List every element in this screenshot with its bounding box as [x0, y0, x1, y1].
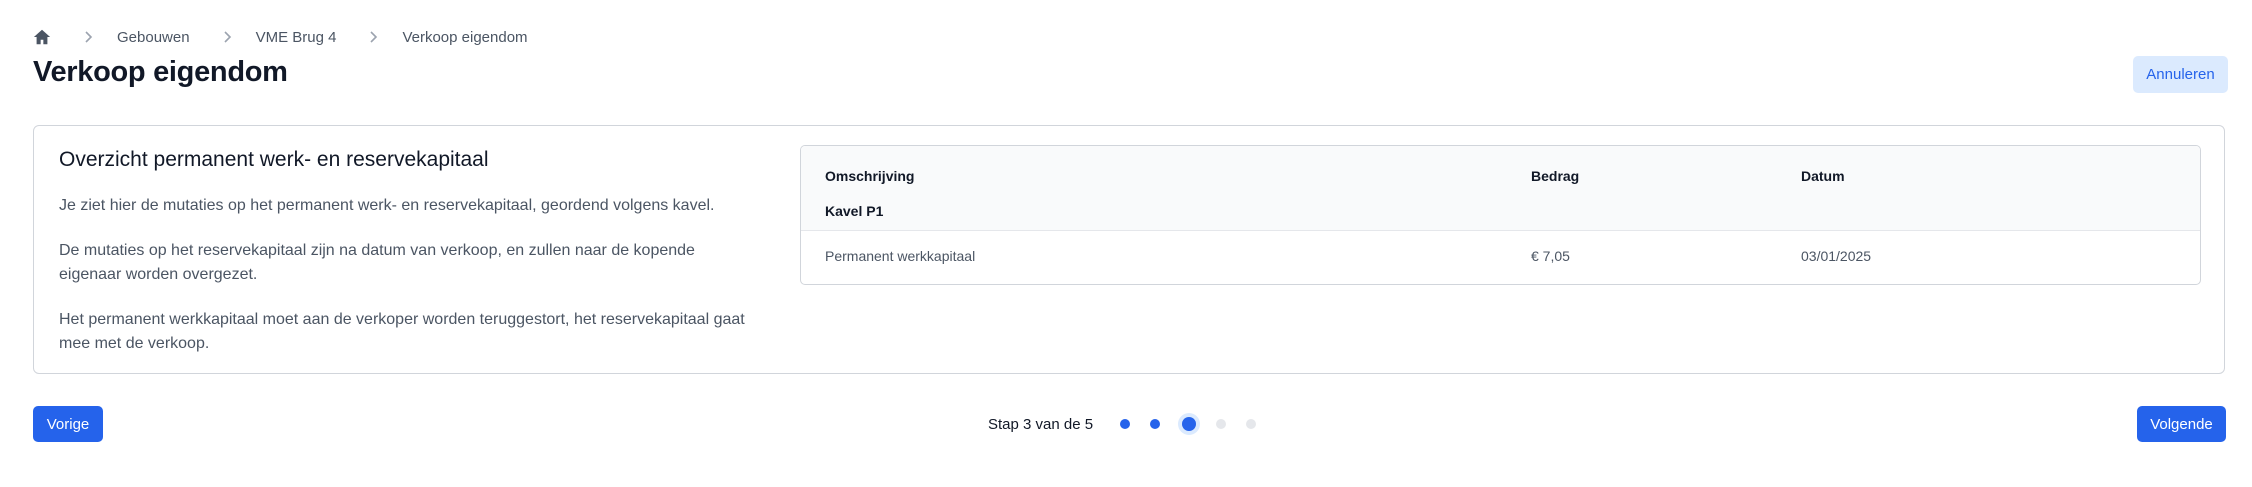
breadcrumb-item-buildings[interactable]: Gebouwen — [117, 29, 190, 46]
cell-description: Permanent werkkapitaal — [825, 248, 976, 264]
cancel-button[interactable]: Annuleren — [2133, 56, 2228, 93]
column-header-date: Datum — [1801, 168, 1845, 184]
page-title: Verkoop eigendom — [33, 56, 288, 88]
chevron-right-icon — [220, 30, 234, 44]
group-label-lot: Kavel P1 — [825, 203, 884, 219]
step-indicator: Stap 3 van de 5 — [988, 414, 1276, 434]
mutations-table: Omschrijving Bedrag Datum Kavel P1 Perma… — [800, 145, 2201, 285]
overview-paragraph: De mutaties op het reservekapitaal zijn … — [59, 242, 695, 283]
table-header: Omschrijving Bedrag Datum Kavel P1 — [801, 146, 2200, 231]
overview-paragraph: Het permanent werkkapitaal moet aan de v… — [59, 311, 745, 352]
step-dot-1 — [1120, 419, 1131, 429]
overview-description: Overzicht permanent werk- en reservekapi… — [59, 148, 759, 377]
breadcrumb: Gebouwen VME Brug 4 Verkoop eigendom — [33, 26, 528, 48]
step-dot-5 — [1246, 419, 1257, 429]
overview-card: Overzicht permanent werk- en reservekapi… — [33, 125, 2225, 374]
step-dot-4 — [1216, 419, 1227, 429]
breadcrumb-item-current[interactable]: Verkoop eigendom — [402, 29, 527, 46]
step-text: Stap 3 van de 5 — [988, 415, 1094, 433]
cell-date: 03/01/2025 — [1801, 248, 1872, 264]
chevron-right-icon — [366, 30, 380, 44]
chevron-right-icon — [81, 30, 95, 44]
overview-paragraph: Je ziet hier de mutaties op het permanen… — [59, 197, 715, 214]
breadcrumb-item-vme[interactable]: VME Brug 4 — [256, 29, 337, 46]
step-dot-3-current — [1182, 417, 1197, 431]
next-button[interactable]: Volgende — [2137, 406, 2226, 442]
column-header-description: Omschrijving — [825, 168, 915, 184]
table-row: Permanent werkkapitaal € 7,05 03/01/2025 — [801, 231, 2200, 284]
step-dot-2 — [1150, 419, 1161, 429]
cell-amount: € 7,05 — [1531, 248, 1570, 264]
column-header-amount: Bedrag — [1531, 168, 1580, 184]
previous-button[interactable]: Vorige — [33, 406, 103, 442]
overview-title: Overzicht permanent werk- en reservekapi… — [59, 148, 489, 171]
home-icon[interactable] — [33, 28, 51, 46]
